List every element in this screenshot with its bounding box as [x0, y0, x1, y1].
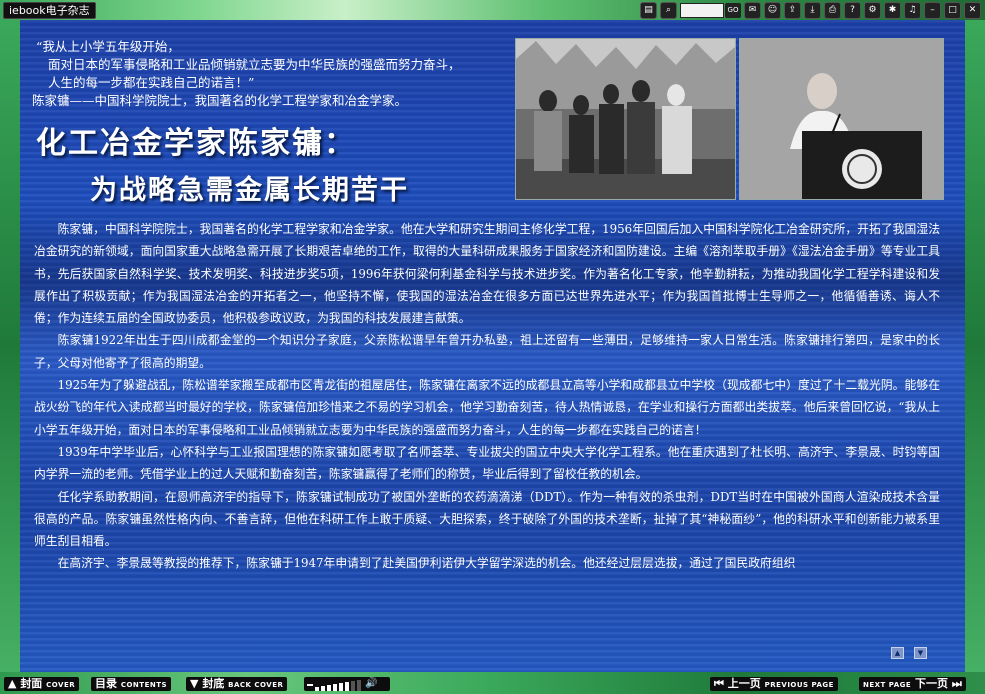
body-paragraph: 1939年中学毕业后，心怀科学与工业报国理想的陈家镛如愿考取了名师荟萃、专业拔尖… — [34, 444, 940, 482]
quote-attribution: 陈家镛——中国科学院院士，我国著名的化学工程学家和冶金学家。 — [32, 93, 408, 108]
article-headline: 化工冶金学家陈家镛： 为战略急需金属长期苦干 — [36, 118, 516, 207]
cover-label-en: COVER — [46, 681, 76, 689]
headline-line-1: 化工冶金学家陈家镛： — [36, 126, 356, 161]
volume-bars — [315, 679, 361, 691]
volume-bar — [333, 684, 337, 691]
next-page-label: 下一页 — [915, 677, 949, 690]
up-arrow-icon: ▲ — [8, 677, 17, 690]
frame-right — [965, 20, 985, 672]
body-paragraph: 在高济宇、李景晟等教授的推荐下，陈家镛于1947年申请到了赴美国伊利诺伊大学留学… — [57, 556, 796, 571]
print-icon[interactable]: ⎙ — [824, 2, 841, 19]
scroll-up-icon[interactable]: ▲ — [891, 647, 904, 659]
speaker-icon: 🔊 — [365, 678, 378, 689]
next-page-button[interactable]: NEXT PAGE 下一页 ⏭ — [859, 677, 966, 691]
maximize-icon[interactable]: □ — [944, 2, 961, 19]
toolbar: ▤ ⌕ GO ✉ ☺ ⇪ ⤓ ⎙ ? ⚙ ✱ ♫ – □ ✕ — [640, 2, 981, 19]
title-bar: iebook电子杂志 ▤ ⌕ GO ✉ ☺ ⇪ ⤓ ⎙ ? ⚙ ✱ ♫ – □ … — [0, 0, 985, 20]
contents-label: 目录 — [95, 677, 117, 690]
next-page-icon: ⏭ — [951, 677, 962, 690]
volume-bar — [345, 682, 349, 691]
headline-line-2: 为战略急需金属长期苦干 — [90, 175, 409, 206]
body-paragraph: 陈家镛，中国科学院院士，我国著名的化学工程学家和冶金学家。他在大学和研究生期间主… — [34, 222, 940, 326]
previous-page-icon: ⏮ — [714, 677, 724, 690]
volume-bar — [315, 687, 319, 691]
magazine-page: “我从上小学五年级开始， 面对日本的军事侵略和工业品倾销就立志要为中华民族的强盛… — [20, 20, 965, 672]
quote-line: “我从上小学五年级开始， — [36, 39, 180, 54]
lecture-photo — [739, 38, 944, 200]
quote-line: 人生的每一步都在实践自己的诺言！” — [48, 75, 255, 90]
quote-line: 面对日本的军事侵略和工业品倾销就立志要为中华民族的强盛而努力奋斗， — [48, 57, 461, 72]
previous-page-label: 上一页 — [727, 677, 761, 690]
download-icon[interactable]: ⤓ — [804, 2, 821, 19]
back-cover-label-en: BACK COVER — [228, 681, 284, 689]
contents-button[interactable]: 目录 CONTENTS — [91, 677, 172, 691]
cover-button[interactable]: ▲ 封面 COVER — [4, 677, 80, 691]
article-body: 陈家镛，中国科学院院士，我国著名的化学工程学家和冶金学家。他在大学和研究生期间主… — [34, 218, 940, 575]
cover-label: 封面 — [20, 677, 43, 690]
page-count-icon[interactable]: ▤ — [640, 2, 657, 19]
volume-bar — [339, 683, 343, 691]
group-photo — [515, 38, 736, 200]
settings-icon[interactable]: ⚙ — [864, 2, 881, 19]
previous-page-button[interactable]: ⏮ 上一页 PREVIOUS PAGE — [710, 677, 838, 691]
sound-icon[interactable]: ♫ — [904, 2, 921, 19]
volume-low-icon — [307, 684, 313, 686]
user-icon[interactable]: ☺ — [764, 2, 781, 19]
body-paragraph: 1925年为了躲避战乱，陈松谱举家搬至成都市区青龙街的祖屋居住，陈家镛在离家不远… — [34, 378, 940, 437]
scroll-arrows: ▲ ▼ — [891, 647, 927, 659]
contents-label-en: CONTENTS — [120, 681, 168, 689]
frame-left — [0, 20, 20, 672]
scroll-down-icon[interactable]: ▼ — [914, 647, 927, 659]
body-paragraph: 任化学系助教期间，在恩师高济宇的指导下，陈家镛试制成功了被国外垄断的农药滴滴涕（… — [34, 489, 940, 549]
next-page-label-en: NEXT PAGE — [863, 681, 912, 689]
volume-bar — [351, 681, 355, 691]
options-icon[interactable]: ✱ — [884, 2, 901, 19]
help-icon[interactable]: ? — [844, 2, 861, 19]
search-icon[interactable]: ⌕ — [660, 2, 677, 19]
down-arrow-icon: ▼ — [190, 677, 199, 690]
back-cover-label: 封底 — [202, 677, 225, 690]
app-title: iebook电子杂志 — [3, 2, 96, 19]
volume-slider[interactable]: 🔊 — [304, 677, 390, 691]
body-paragraph: 陈家镛1922年出生于四川成都金堂的一个知识分子家庭，父亲陈松谱早年曾开办私塾，… — [34, 333, 940, 370]
volume-bar — [327, 685, 331, 691]
share-icon[interactable]: ⇪ — [784, 2, 801, 19]
bottom-navigation: ▲ 封面 COVER 目录 CONTENTS ▼ 封底 BACK COVER 🔊… — [0, 672, 985, 694]
previous-page-label-en: PREVIOUS PAGE — [764, 681, 834, 689]
comment-icon[interactable]: ✉ — [744, 2, 761, 19]
minimize-icon[interactable]: – — [924, 2, 941, 19]
go-button[interactable]: GO — [725, 3, 741, 18]
volume-bar — [321, 686, 325, 691]
close-icon[interactable]: ✕ — [964, 2, 981, 19]
quote-block: “我从上小学五年级开始， 面对日本的军事侵略和工业品倾销就立志要为中华民族的强盛… — [32, 38, 516, 110]
back-cover-button[interactable]: ▼ 封底 BACK COVER — [186, 677, 288, 691]
page-number-input[interactable] — [680, 3, 724, 18]
volume-bar — [357, 680, 361, 691]
